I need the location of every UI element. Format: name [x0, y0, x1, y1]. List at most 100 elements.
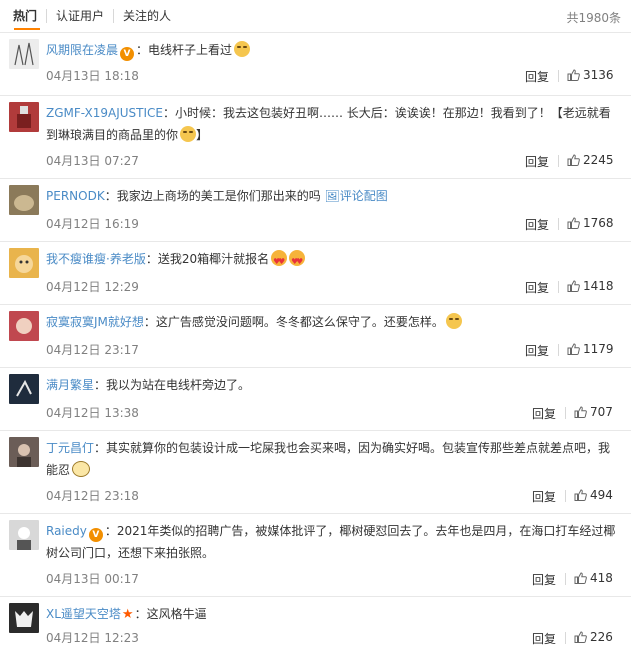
- tab-hot[interactable]: 热门: [9, 9, 46, 23]
- comment-item: Raiedy V ：2021年类似的招聘广告，被媒体批评了，椰树硬怼回去了。去年也是…: [0, 513, 631, 596]
- verified-badge-icon: V: [120, 47, 135, 61]
- like-count: 1768: [583, 216, 614, 230]
- like-count: 226: [590, 630, 613, 644]
- avatar[interactable]: [9, 374, 39, 404]
- like-button[interactable]: 3136: [567, 68, 614, 82]
- love-emoji-icon: [289, 250, 306, 273]
- reply-button[interactable]: 回复: [525, 216, 549, 233]
- comment-content: ：2021年类似的招聘广告，被媒体批评了，椰树硬怼回去了。去年也是四月，在海口打…: [46, 524, 616, 560]
- username[interactable]: XL遥望天空塔: [46, 607, 121, 621]
- username[interactable]: 丁元昌仃: [46, 441, 94, 455]
- comment-text: Raiedy V ：2021年类似的招聘广告，被媒体批评了，椰树硬怼回去了。去年也是…: [46, 520, 621, 564]
- action-divider: [565, 407, 566, 419]
- like-button[interactable]: 494: [574, 488, 613, 502]
- like-button[interactable]: 226: [574, 630, 613, 644]
- comment-tabs: 热门 认证用户 关注的人 共1980条: [0, 0, 631, 32]
- action-divider: [558, 344, 559, 356]
- like-button[interactable]: 2245: [567, 153, 614, 167]
- comment-time: 04月12日 13:38: [46, 406, 139, 420]
- comment-content: ：电线杆子上看过: [136, 43, 233, 57]
- reply-button[interactable]: 回复: [525, 342, 549, 359]
- comment-text: PERNODK：我家边上商场的美工是你们那出来的吗 🖼评论配图: [46, 185, 621, 207]
- like-count: 1418: [583, 279, 614, 293]
- avatar[interactable]: [9, 603, 39, 633]
- like-count: 707: [590, 405, 613, 419]
- action-divider: [558, 218, 559, 230]
- like-button[interactable]: 1768: [567, 216, 614, 230]
- reply-button[interactable]: 回复: [532, 630, 556, 647]
- avatar[interactable]: [9, 185, 39, 215]
- like-button[interactable]: 1179: [567, 342, 614, 356]
- comment-item: PERNODK：我家边上商场的美工是你们那出来的吗 🖼评论配图 04月12日 1…: [0, 178, 631, 241]
- comment-time: 04月12日 12:23: [46, 631, 139, 645]
- active-tab-indicator: [14, 28, 40, 30]
- thumbs-up-icon: [567, 343, 580, 355]
- like-count: 418: [590, 571, 613, 585]
- comment-item: 风期限在凌晨 V ：电线杆子上看过 04月13日 18:18 回复 3136: [0, 32, 631, 95]
- comment-content: ：送我20箱椰汁就报名: [145, 252, 270, 266]
- username[interactable]: ZGMF-X19AJUSTICE: [46, 106, 163, 120]
- star-badge-icon: ★: [121, 607, 134, 622]
- username[interactable]: 我不瘦谁瘦·养老版: [46, 252, 146, 266]
- like-button[interactable]: 707: [574, 405, 613, 419]
- thumbs-up-icon: [567, 69, 580, 81]
- like-count: 1179: [583, 342, 614, 356]
- action-divider: [565, 490, 566, 502]
- like-count: 494: [590, 488, 613, 502]
- comment-image-link[interactable]: 🖼评论配图: [325, 189, 388, 203]
- comment-text: 风期限在凌晨 V ：电线杆子上看过: [46, 39, 621, 61]
- comment-content: ：我以为站在电线杆旁边了。: [94, 378, 251, 392]
- avatar[interactable]: [9, 39, 39, 69]
- thumbs-up-icon: [567, 217, 580, 229]
- thumbs-up-icon: [567, 280, 580, 292]
- comment-item: 寂寞寂寞JM就好想：这广告感觉没问题啊。冬冬都这么保守了。还要怎样。 04月12…: [0, 304, 631, 367]
- tab-following[interactable]: 关注的人: [113, 9, 180, 23]
- username[interactable]: PERNODK: [46, 189, 105, 203]
- action-divider: [558, 70, 559, 82]
- comment-text: ZGMF-X19AJUSTICE：小时候：我去这包装好丑啊…… 长大后：诶诶诶！…: [46, 102, 621, 146]
- reply-button[interactable]: 回复: [525, 68, 549, 85]
- verified-badge-icon: V: [88, 528, 103, 542]
- comment-time: 04月13日 18:18: [46, 69, 139, 83]
- tab-verified-users[interactable]: 认证用户: [46, 9, 113, 23]
- reply-button[interactable]: 回复: [532, 488, 556, 505]
- thumbs-up-icon: [574, 631, 587, 643]
- avatar[interactable]: [9, 437, 39, 467]
- comment-content: ：这风格牛逼: [134, 607, 207, 621]
- comment-item: XL遥望天空塔★：这风格牛逼 04月12日 12:23 回复 226: [0, 596, 631, 653]
- total-count: 共1980条: [566, 11, 621, 25]
- comment-text: 满月繁星：我以为站在电线杆旁边了。: [46, 374, 621, 396]
- avatar[interactable]: [9, 311, 39, 341]
- avatar[interactable]: [9, 520, 39, 550]
- username[interactable]: Raiedy: [46, 524, 87, 538]
- smug-emoji-icon: [445, 313, 462, 329]
- comment-text: XL遥望天空塔★：这风格牛逼: [46, 603, 621, 626]
- like-button[interactable]: 1418: [567, 279, 614, 293]
- comment-content: ：其实就算你的包装设计成一坨屎我也会买来喝，因为确实好喝。包装宣传那些差点就差点…: [46, 441, 611, 477]
- comment-content: ：我家边上商场的美工是你们那出来的吗: [104, 189, 321, 203]
- comment-text: 我不瘦谁瘦·养老版：送我20箱椰汁就报名: [46, 248, 621, 273]
- reply-button[interactable]: 回复: [532, 571, 556, 588]
- reply-button[interactable]: 回复: [525, 153, 549, 170]
- username[interactable]: 风期限在凌晨: [46, 43, 118, 57]
- avatar[interactable]: [9, 102, 39, 132]
- reply-button[interactable]: 回复: [532, 405, 556, 422]
- avatar[interactable]: [9, 248, 39, 278]
- action-divider: [558, 155, 559, 167]
- comment-time: 04月12日 23:17: [46, 343, 139, 357]
- reply-button[interactable]: 回复: [525, 279, 549, 296]
- like-button[interactable]: 418: [574, 571, 613, 585]
- action-divider: [558, 281, 559, 293]
- glasses-emoji-icon: [72, 461, 91, 477]
- comment-item: 我不瘦谁瘦·养老版：送我20箱椰汁就报名 04月12日 12:29 回复 141…: [0, 241, 631, 304]
- username[interactable]: 寂寞寂寞JM就好想: [46, 315, 144, 329]
- action-divider: [565, 573, 566, 585]
- thumbs-up-icon: [567, 154, 580, 166]
- love-emoji-icon: [271, 250, 288, 273]
- comment-item: ZGMF-X19AJUSTICE：小时候：我去这包装好丑啊…… 长大后：诶诶诶！…: [0, 95, 631, 178]
- comment-text: 丁元昌仃：其实就算你的包装设计成一坨屎我也会买来喝，因为确实好喝。包装宣传那些差…: [46, 437, 621, 481]
- comment-content-tail: 】: [196, 128, 209, 142]
- comment-time: 04月12日 23:18: [46, 489, 139, 503]
- smug-emoji-icon: [180, 126, 197, 142]
- username[interactable]: 满月繁星: [46, 378, 94, 392]
